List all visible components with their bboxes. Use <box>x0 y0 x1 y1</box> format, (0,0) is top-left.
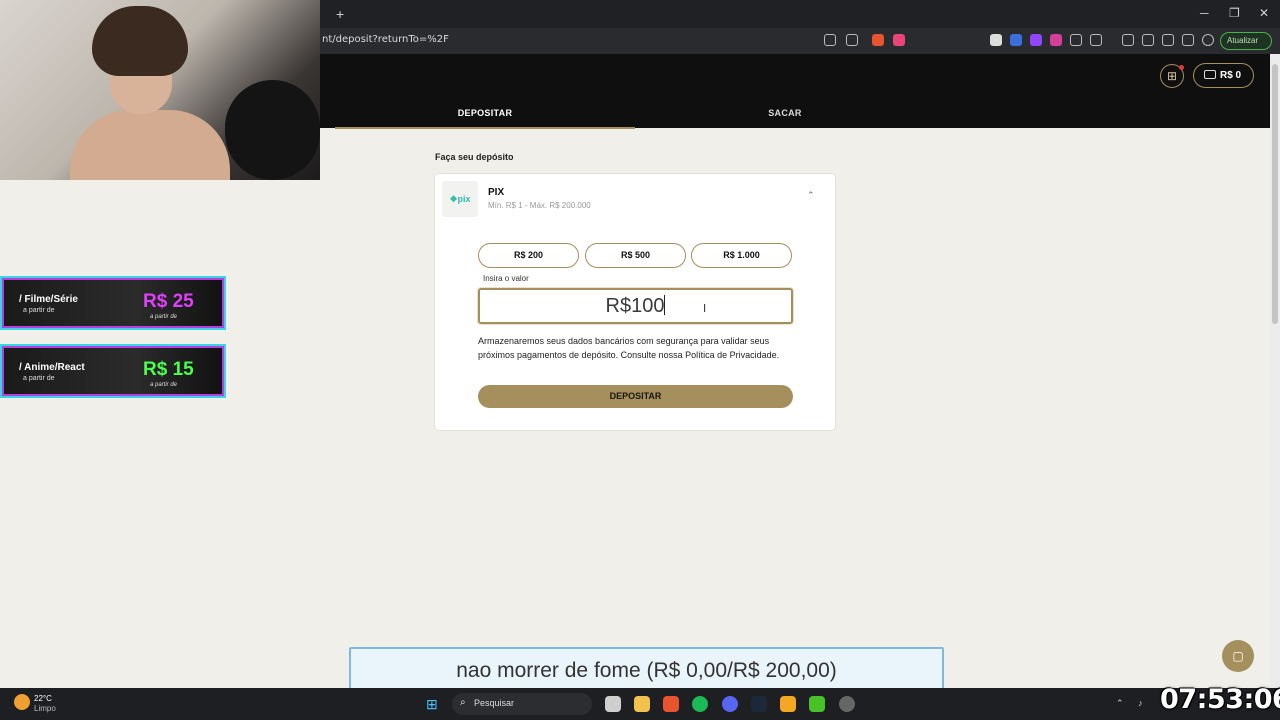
wallet-icon[interactable] <box>1162 34 1174 46</box>
search-icon: ⌕ <box>460 697 466 708</box>
cast-icon[interactable] <box>824 34 836 46</box>
brave-shield-icon[interactable] <box>872 34 884 46</box>
promo-price-sub: a partir de <box>150 382 178 388</box>
sidebar-icon[interactable] <box>1142 34 1154 46</box>
weather-icon[interactable] <box>14 694 30 710</box>
app-icon[interactable] <box>780 696 796 712</box>
share-icon[interactable] <box>846 34 858 46</box>
extension-icon[interactable] <box>1050 34 1062 46</box>
promo-card-anime: / Anime/React a partir de R$ 15 a partir… <box>0 344 226 398</box>
promo-price: R$ 15 <box>143 359 194 380</box>
notification-dot <box>1179 65 1184 70</box>
quick-amount-200-button[interactable]: R$ 200 <box>478 243 579 268</box>
promo-name: / Anime/React <box>19 362 85 373</box>
steam-icon[interactable] <box>751 696 767 712</box>
taskbar-search[interactable]: ⌕ Pesquisar <box>452 693 592 715</box>
webcam-overlay <box>0 0 320 180</box>
task-view-icon[interactable] <box>605 696 621 712</box>
quick-amount-1000-button[interactable]: R$ 1.000 <box>691 243 792 268</box>
extension-icon[interactable] <box>990 34 1002 46</box>
brave-icon[interactable] <box>663 696 679 712</box>
promo-sub: a partir de <box>23 307 55 314</box>
chevron-up-icon[interactable]: ⌃ <box>807 190 815 201</box>
privacy-notice: Armazenaremos seus dados bancários com s… <box>478 336 780 360</box>
vpn-icon[interactable] <box>1202 34 1214 46</box>
site-header: ⊞ R$ 0 DEPOSITAR SACAR <box>320 54 1270 129</box>
update-browser-button[interactable]: Atualizar <box>1220 32 1272 50</box>
file-explorer-icon[interactable] <box>634 696 650 712</box>
app-icon[interactable] <box>809 696 825 712</box>
pix-logo: ❖pix <box>442 181 478 217</box>
taskbar-search-placeholder: Pesquisar <box>474 698 515 708</box>
chat-icon[interactable]: ▢ <box>1222 640 1254 672</box>
weather-description: Limpo <box>34 704 56 713</box>
extension-icon[interactable] <box>1010 34 1022 46</box>
page-scrollbar[interactable] <box>1270 54 1280 688</box>
wallet-balance: R$ 0 <box>1220 70 1242 81</box>
webcam-chair <box>225 80 320 180</box>
new-tab-button[interactable]: + <box>336 6 344 22</box>
deposit-card: ❖pix PIX Mín. R$ 1 - Máx. R$ 200.000 ⌃ R… <box>435 174 835 430</box>
discord-icon[interactable] <box>722 696 738 712</box>
leo-ai-icon[interactable] <box>1182 34 1194 46</box>
tab-depositar[interactable]: DEPOSITAR <box>335 108 635 118</box>
payment-method-limits: Mín. R$ 1 - Máx. R$ 200.000 <box>488 201 591 210</box>
promo-sub: a partir de <box>23 375 55 382</box>
promo-price-sub: a partir de <box>150 314 178 320</box>
screenshot-icon[interactable] <box>1090 34 1102 46</box>
tab-sacar[interactable]: SACAR <box>635 108 935 118</box>
promo-name: / Filme/Série <box>19 294 78 305</box>
ibeam-cursor-icon: I <box>703 302 707 315</box>
music-icon[interactable] <box>1122 34 1134 46</box>
wallet-balance-button[interactable]: R$ 0 <box>1193 63 1254 88</box>
payment-method-name[interactable]: PIX <box>488 187 504 198</box>
deposit-section-title: Faça seu depósito <box>435 152 514 162</box>
text-caret <box>664 295 666 315</box>
url-text[interactable]: nt/deposit?returnTo=%2F <box>322 34 449 45</box>
webcam-person-hair <box>92 6 188 76</box>
tray-overflow-icon[interactable]: ⌃ <box>1116 698 1124 709</box>
twitch-extension-icon[interactable] <box>1030 34 1042 46</box>
brave-rewards-icon[interactable] <box>893 34 905 46</box>
maximize-button[interactable]: ❐ <box>1229 6 1240 20</box>
webcam-person-body <box>70 110 230 180</box>
close-window-button[interactable]: ✕ <box>1259 6 1269 20</box>
promo-card-filme: / Filme/Série a partir de R$ 25 a partir… <box>0 276 226 330</box>
windows-start-icon[interactable]: ⊞ <box>426 696 442 712</box>
extensions-puzzle-icon[interactable] <box>1070 34 1082 46</box>
scrollbar-thumb[interactable] <box>1272 64 1278 324</box>
active-tab-indicator <box>335 127 635 129</box>
weather-temperature: 22°C <box>34 694 52 703</box>
stream-clock: 07:53:06 <box>1160 684 1280 715</box>
quick-amount-500-button[interactable]: R$ 500 <box>585 243 686 268</box>
obs-icon[interactable] <box>839 696 855 712</box>
amount-input-label: Insira o valor <box>483 274 529 283</box>
minimize-button[interactable]: ─ <box>1200 6 1209 20</box>
windows-taskbar: 22°C Limpo ⊞ ⌕ Pesquisar ⌃ ♪ <box>0 688 1280 720</box>
promo-price: R$ 25 <box>143 291 194 312</box>
amount-input[interactable]: R$100 <box>478 288 793 324</box>
microphone-icon[interactable]: ♪ <box>1138 698 1143 708</box>
amount-input-value: R$100 <box>605 295 665 317</box>
wallet-icon <box>1204 70 1216 79</box>
spotify-icon[interactable] <box>692 696 708 712</box>
deposit-submit-button[interactable]: DEPOSITAR <box>478 385 793 408</box>
